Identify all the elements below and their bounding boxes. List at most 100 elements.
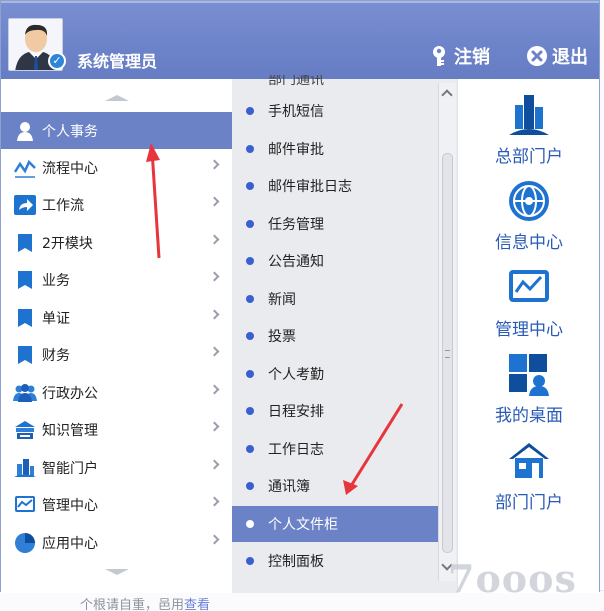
portal-item-headquarters[interactable]: 总部门户 [458, 93, 600, 179]
bullet-icon [246, 407, 254, 415]
submenu-item-label: 邮件审批 [268, 142, 324, 158]
person-icon [13, 120, 37, 142]
bullet-icon [246, 220, 254, 228]
submenu-item-label: 个人文件柜 [268, 517, 338, 533]
bullet-icon [246, 520, 254, 528]
portal-item-department[interactable]: 部门门户 [458, 439, 600, 525]
submenu-column: 部门通讯 手机短信 邮件审批 邮件审批日志 任务管理 公告通知 新闻 投票 个人… [232, 75, 457, 593]
submenu-item-work-log[interactable]: 工作日志 [232, 431, 440, 467]
menu-item-label: 2开模块 [42, 235, 93, 252]
username-label: 系统管理员 [77, 52, 158, 71]
chevron-right-icon [209, 271, 220, 282]
module-icon [13, 269, 37, 291]
background-footer-text: 个根请自重，邑用查看 [80, 598, 211, 611]
globe-icon [507, 179, 551, 223]
portal-item-my-desktop[interactable]: 我的桌面 [458, 352, 600, 438]
submenu-item-label: 工作日志 [268, 442, 324, 458]
menu-item-smart-portal[interactable]: 智能门户 [1, 449, 232, 486]
logout-label: 注销 [454, 47, 490, 68]
menu-item-finance[interactable]: 财务 [1, 336, 232, 373]
menu-item-app-center[interactable]: 应用中心 [1, 524, 232, 561]
scroll-up-chevron-icon[interactable] [441, 89, 453, 101]
scroll-up-arrow-icon[interactable] [105, 95, 129, 101]
portal-item-label: 管理中心 [495, 320, 563, 340]
submenu-item-address-book[interactable]: 通讯簿 [232, 468, 440, 504]
submenu-item-task-management[interactable]: 任务管理 [232, 206, 440, 242]
menu-item-business[interactable]: 业务 [1, 261, 232, 298]
menu-item-personal-affairs[interactable]: 个人事务 [1, 112, 241, 149]
watermark-logo: 7ooos [448, 556, 577, 601]
menu-item-admin-office[interactable]: 行政办公 [1, 374, 232, 411]
monitor-chart-icon [13, 494, 37, 516]
chevron-right-icon [209, 196, 220, 207]
chevron-right-icon [209, 534, 220, 545]
menu-item-label: 管理中心 [42, 497, 98, 514]
menu-item-label: 财务 [42, 347, 70, 364]
submenu-item-label: 控制面板 [268, 554, 324, 570]
submenu-item-news[interactable]: 新闻 [232, 281, 440, 317]
submenu-partial-item[interactable]: 部门通讯 [232, 75, 440, 89]
portal-item-info-center[interactable]: 信息中心 [458, 179, 600, 265]
bullet-icon [246, 107, 254, 115]
bullet-icon [246, 332, 254, 340]
grip-icon [445, 350, 450, 358]
chevron-right-icon [209, 421, 220, 432]
exit-label: 退出 [552, 47, 588, 68]
submenu-item-control-panel[interactable]: 控制面板 [232, 543, 440, 579]
chevron-right-icon [209, 159, 220, 170]
submenu-item-label: 新闻 [268, 292, 296, 308]
submenu-item-label: 任务管理 [268, 217, 324, 233]
knowledge-icon [13, 419, 37, 441]
menu-item-label: 流程中心 [42, 160, 98, 177]
portal-item-label: 部门门户 [495, 493, 563, 513]
menu-item-label: 知识管理 [42, 422, 98, 439]
menu-item-knowledge[interactable]: 知识管理 [1, 411, 232, 448]
portal-item-management-center[interactable]: 管理中心 [458, 266, 600, 352]
module-icon [13, 307, 37, 329]
chevron-right-icon [209, 346, 220, 357]
house-icon [507, 439, 551, 483]
exit-button[interactable]: 退出 [526, 43, 588, 69]
submenu-item-announcements[interactable]: 公告通知 [232, 243, 440, 279]
menu-item-documents[interactable]: 单证 [1, 299, 232, 336]
buildings-icon [13, 457, 37, 479]
submenu-item-label: 投票 [268, 329, 296, 345]
menu-item-workflow[interactable]: 工作流 [1, 186, 232, 223]
scroll-down-arrow-icon[interactable] [105, 569, 129, 575]
submenu-item-mail-approval[interactable]: 邮件审批 [232, 131, 440, 167]
bullet-icon [246, 445, 254, 453]
submenu-item-schedule[interactable]: 日程安排 [232, 393, 440, 429]
key-icon [433, 46, 445, 66]
desktop-tiles-icon [507, 352, 551, 396]
chevron-right-icon [209, 496, 220, 507]
share-arrow-icon [13, 194, 37, 216]
buildings-icon [507, 93, 551, 137]
pie-chart-icon [13, 532, 37, 554]
scrollbar-thumb[interactable] [442, 153, 453, 553]
background-link[interactable]: 查看 [184, 598, 210, 611]
menu-header: ✓ 系统管理员 注销 退出 [1, 1, 599, 79]
bullet-icon [246, 145, 254, 153]
submenu-item-sms[interactable]: 手机短信 [232, 93, 440, 129]
menu-item-label: 智能门户 [42, 460, 98, 477]
submenu-item-file-cabinet[interactable]: 个人文件柜 [232, 506, 440, 542]
menu-item-dev-module[interactable]: 2开模块 [1, 224, 232, 261]
logout-button[interactable]: 注销 [428, 43, 490, 69]
submenu-item-vote[interactable]: 投票 [232, 318, 440, 354]
menu-item-process-center[interactable]: 流程中心 [1, 149, 232, 186]
menu-item-label: 应用中心 [42, 535, 98, 552]
menu-item-label: 个人事务 [42, 123, 98, 140]
submenu-item-attendance[interactable]: 个人考勤 [232, 356, 440, 392]
bullet-icon [246, 482, 254, 490]
submenu-item-label: 日程安排 [268, 404, 324, 420]
chevron-right-icon [209, 234, 220, 245]
submenu-scrollbar[interactable] [438, 83, 456, 581]
menu-item-management-center[interactable]: 管理中心 [1, 486, 232, 523]
close-circle-icon [527, 46, 547, 66]
submenu-partial-label: 部门通讯 [268, 75, 324, 88]
submenu-item-label: 公告通知 [268, 254, 324, 270]
submenu-item-mail-approval-log[interactable]: 邮件审批日志 [232, 168, 440, 204]
submenu-item-label: 邮件审批日志 [268, 179, 352, 195]
module-icon [13, 232, 37, 254]
menu-item-label: 单证 [42, 310, 70, 327]
